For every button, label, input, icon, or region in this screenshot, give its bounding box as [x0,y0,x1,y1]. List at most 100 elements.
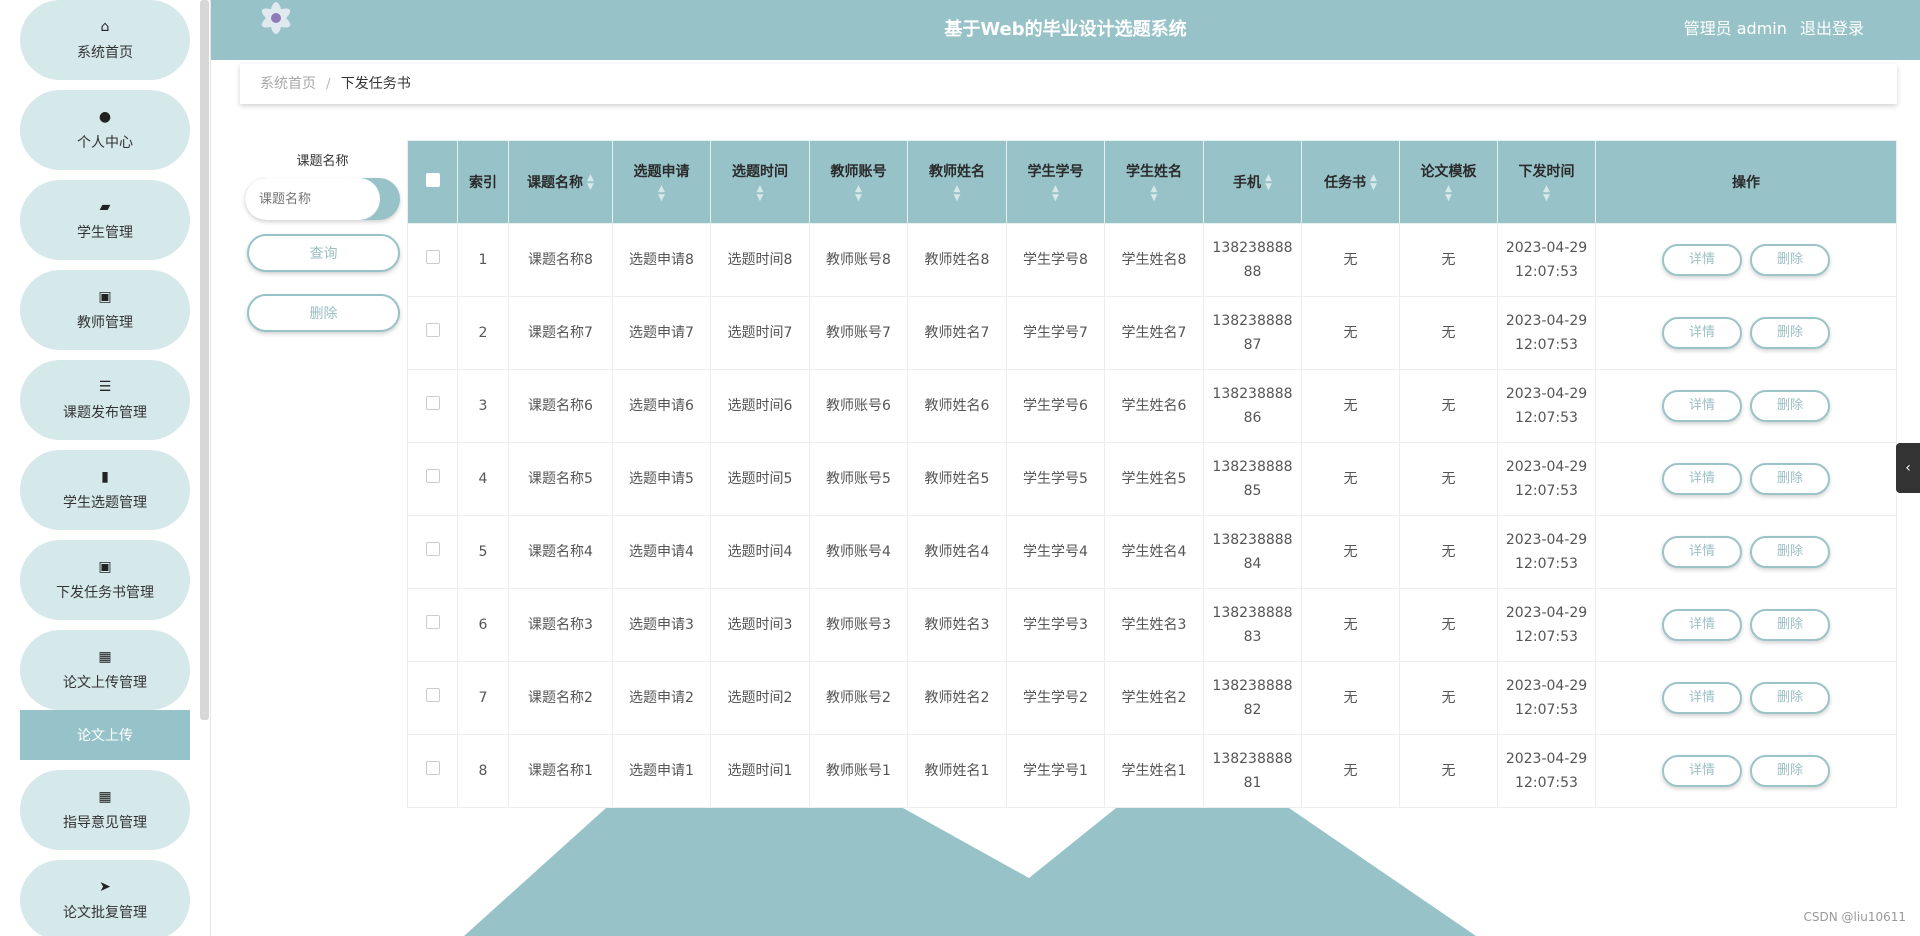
sort-caret-icon[interactable]: ▲ ▼ [613,185,710,203]
batch-delete-button[interactable]: 删除 [247,294,400,332]
table-cell: 学生学号2 [1006,661,1105,735]
sidebar-item-10[interactable]: ➤ 论文批复管理 [20,860,190,936]
table-row: 5 课题名称4 选题申请4 选题时间4 教师账号4 教师姓名4 学生学号4 学生姓名4 1382… [407,515,1897,589]
logout-link[interactable]: 退出登录 [1800,19,1864,38]
header-user-area: 管理员 admin 退出登录 [1676,0,1864,58]
sidebar-scrollbar[interactable] [200,0,209,720]
sidebar-item-2[interactable]: ● 个人中心 [20,90,190,170]
wallet-icon: ▰ [99,199,111,215]
column-header[interactable]: 课题名称 ▲ ▼ [508,140,613,224]
table-cell: 学生姓名5 [1104,442,1204,516]
table-row: 1 课题名称8 选题申请8 选题时间8 教师账号8 教师姓名8 学生学号8 学生姓名8 1382… [407,223,1897,297]
delete-button[interactable]: 删除 [1750,463,1830,495]
grid-icon: ▦ [98,789,112,805]
breadcrumb: 系统首页 / 下发任务书 [240,64,1897,104]
column-header-label: 学生学号 [1027,164,1084,180]
delete-button[interactable]: 删除 [1750,317,1830,349]
detail-button[interactable]: 详情 [1662,536,1742,568]
sidebar-item-label: 下发任务书管理 [56,585,154,601]
column-header-label: 任务书 [1324,175,1367,191]
column-header[interactable]: 学生姓名 ▲ ▼ [1104,140,1204,224]
sort-caret-icon[interactable]: ▲ ▼ [587,174,594,192]
search-label: 课题名称 [296,154,349,169]
detail-button[interactable]: 详情 [1662,390,1742,422]
sidebar-subitem-paper-upload[interactable]: 论文上传 [20,710,190,760]
row-checkbox[interactable] [425,542,440,556]
delete-button[interactable]: 删除 [1750,682,1830,714]
table-cell: 课题名称2 [508,661,613,735]
sidebar-item-4[interactable]: ▣ 教师管理 [20,270,190,350]
table-cell: 教师账号7 [809,296,908,370]
sidebar-item-7[interactable]: ▣ 下发任务书管理 [20,540,190,620]
delete-button[interactable]: 删除 [1750,536,1830,568]
row-select-cell [407,515,458,589]
column-header[interactable]: 教师账号 ▲ ▼ [809,140,908,224]
sidebar-item-1[interactable]: ⌂ 系统首页 [20,0,190,80]
select-all-checkbox[interactable] [425,173,440,187]
column-header[interactable]: 教师姓名 ▲ ▼ [907,140,1007,224]
breadcrumb-home-link[interactable]: 系统首页 [260,76,316,92]
row-select-cell [407,588,458,662]
row-checkbox[interactable] [425,615,440,629]
row-checkbox[interactable] [425,323,440,337]
delete-button[interactable]: 删除 [1750,609,1830,641]
sort-caret-icon[interactable]: ▲ ▼ [1400,185,1497,203]
sidebar-item-3[interactable]: ▰ 学生管理 [20,180,190,260]
table-cell: 13823888883 [1203,588,1302,662]
row-select-cell [407,661,458,735]
table-cell: 课题名称6 [508,369,613,443]
column-header-label: 手机 [1233,175,1262,191]
table-cell: 2023-04-29 12:07:53 [1497,588,1596,662]
column-header[interactable]: 手机 ▲ ▼ [1203,140,1302,224]
detail-button[interactable]: 详情 [1662,244,1742,276]
column-header[interactable]: 任务书 ▲ ▼ [1301,140,1400,224]
query-button[interactable]: 查询 [247,234,400,272]
sort-caret-icon[interactable]: ▲ ▼ [810,185,907,203]
column-header[interactable]: 学生学号 ▲ ▼ [1006,140,1105,224]
page-title: 基于Web的毕业设计选题系统 [944,19,1187,40]
detail-button[interactable]: 详情 [1662,682,1742,714]
delete-button[interactable]: 删除 [1750,244,1830,276]
table-body: 1 课题名称8 选题申请8 选题时间8 教师账号8 教师姓名8 学生学号8 学生姓名8 1382… [407,223,1897,808]
row-checkbox[interactable] [425,250,440,264]
detail-button[interactable]: 详情 [1662,755,1742,787]
sidebar-item-label: 学生管理 [77,225,133,241]
table-cell: 无 [1301,661,1400,735]
sort-caret-icon[interactable]: ▲ ▼ [908,185,1006,203]
sidebar-item-9[interactable]: ▦ 指导意见管理 [20,770,190,850]
column-header[interactable]: 论文模板 ▲ ▼ [1399,140,1498,224]
table-cell: 选题时间7 [710,296,810,370]
delete-button[interactable]: 删除 [1750,390,1830,422]
table-cell: 2023-04-29 12:07:53 [1497,661,1596,735]
row-checkbox[interactable] [425,396,440,410]
table-cell: 教师姓名5 [907,442,1007,516]
delete-button[interactable]: 删除 [1750,755,1830,787]
column-header[interactable]: 下发时间 ▲ ▼ [1497,140,1596,224]
sidebar-item-5[interactable]: ☰ 课题发布管理 [20,360,190,440]
panel-toggle-button[interactable]: ‹ [1896,443,1920,493]
table-cell: 13823888887 [1203,296,1302,370]
sidebar-item-8[interactable]: ▦ 论文上传管理 [20,630,190,710]
column-header[interactable]: 选题申请 ▲ ▼ [612,140,711,224]
sort-caret-icon[interactable]: ▲ ▼ [1265,174,1272,192]
detail-button[interactable]: 详情 [1662,317,1742,349]
sort-caret-icon[interactable]: ▲ ▼ [1370,174,1377,192]
detail-button[interactable]: 详情 [1662,463,1742,495]
sort-caret-icon[interactable]: ▲ ▼ [711,185,809,203]
sort-caret-icon[interactable]: ▲ ▼ [1007,185,1104,203]
row-checkbox[interactable] [425,469,440,483]
book-icon: ▮ [101,469,109,485]
breadcrumb-separator: / [326,76,331,92]
row-checkbox[interactable] [425,761,440,775]
sidebar-item-6[interactable]: ▮ 学生选题管理 [20,450,190,530]
table-cell: 选题申请7 [612,296,711,370]
sort-caret-icon[interactable]: ▲ ▼ [1105,185,1203,203]
send-icon: ➤ [99,879,111,895]
table-cell: 无 [1399,515,1498,589]
sort-caret-icon[interactable]: ▲ ▼ [1498,185,1595,203]
detail-button[interactable]: 详情 [1662,609,1742,641]
table-cell: 无 [1399,442,1498,516]
row-checkbox[interactable] [425,688,440,702]
column-header[interactable]: 选题时间 ▲ ▼ [710,140,810,224]
search-input[interactable] [245,178,380,220]
